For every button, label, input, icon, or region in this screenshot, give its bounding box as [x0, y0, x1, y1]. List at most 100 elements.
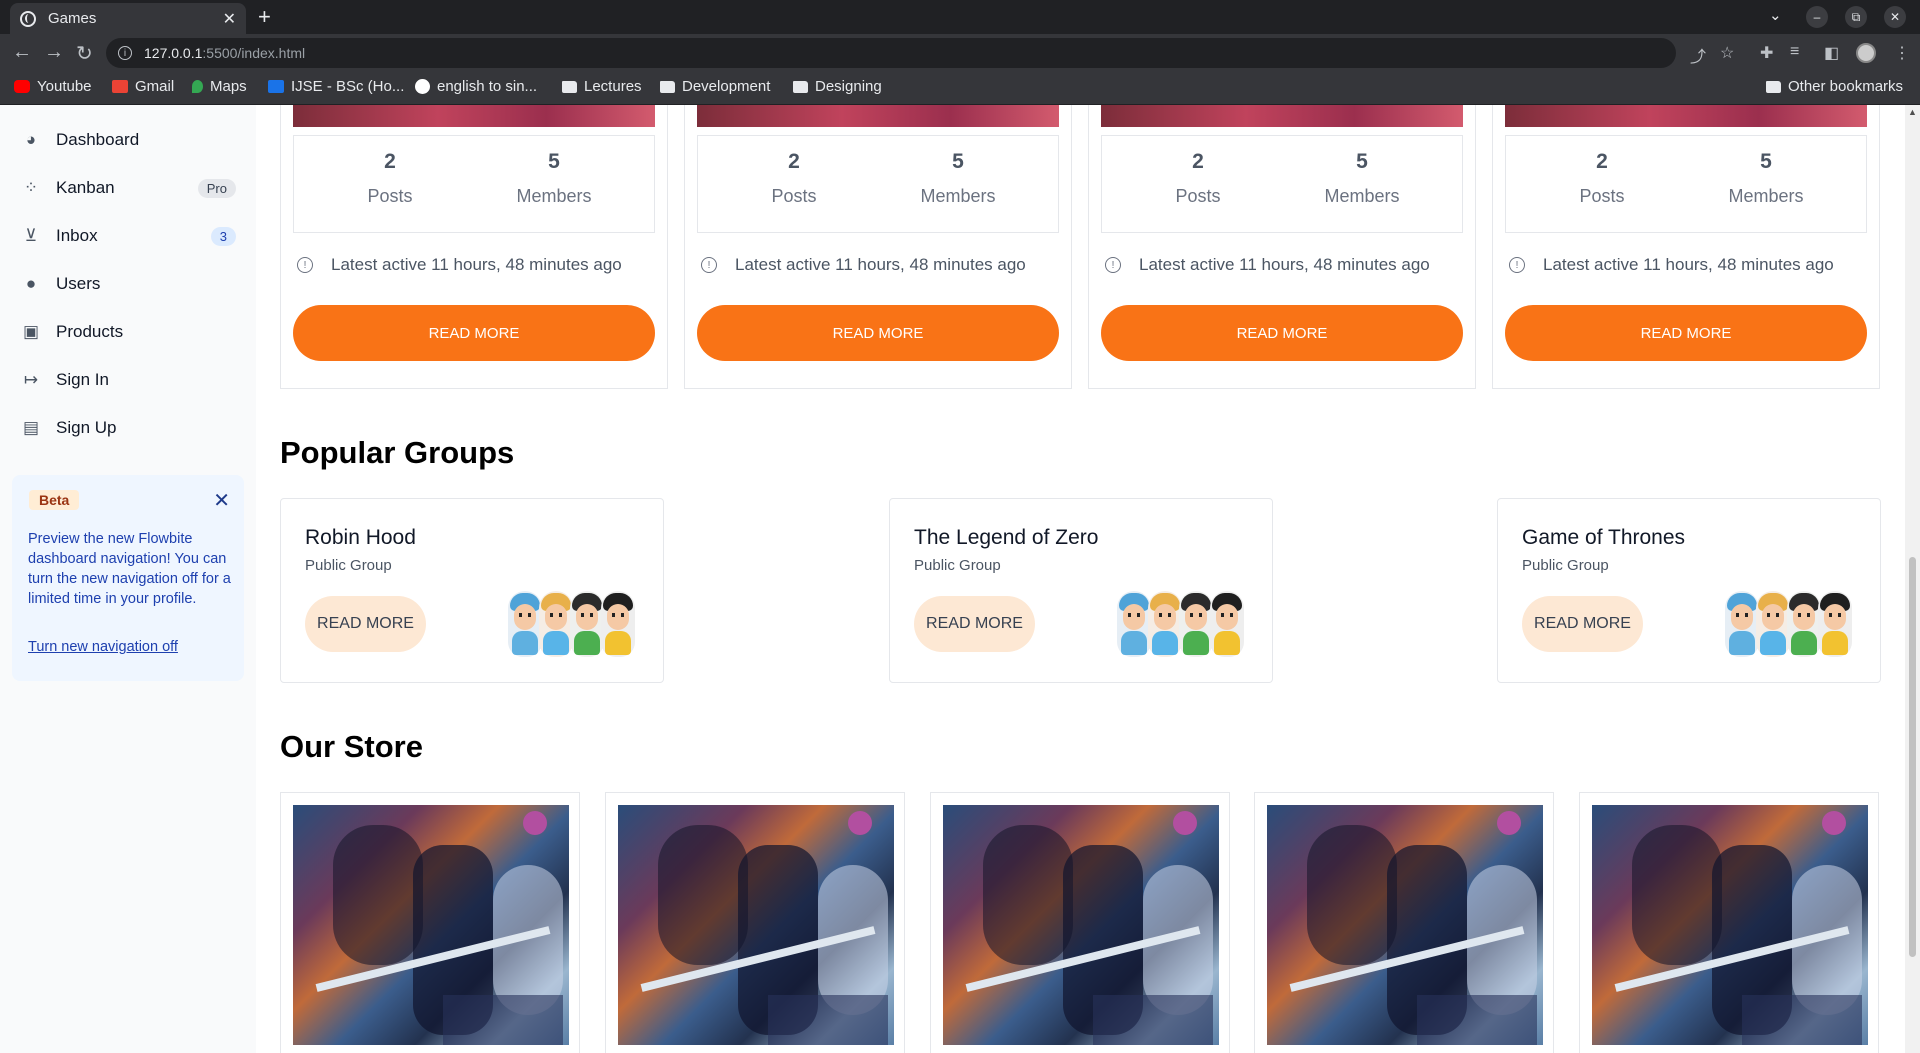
maps-icon — [192, 80, 203, 93]
tab-search-icon[interactable]: ⌄ — [1769, 6, 1782, 24]
pro-badge: Pro — [197, 178, 236, 198]
back-icon[interactable]: ← — [12, 41, 32, 64]
store-item[interactable] — [930, 792, 1230, 1053]
read-more-button[interactable]: READ MORE — [305, 596, 426, 652]
latest-activity-text: Latest active 11 hours, 48 minutes ago — [1543, 255, 1834, 274]
group-type: Public Group — [305, 557, 392, 574]
read-more-button[interactable]: READ MORE — [914, 596, 1035, 652]
latest-activity: ! Latest active 11 hours, 48 minutes ago — [1105, 255, 1430, 275]
popular-groups-heading: Popular Groups — [280, 435, 515, 470]
store-item[interactable] — [605, 792, 905, 1053]
store-item-image[interactable] — [293, 805, 569, 1045]
members-label: Members — [920, 186, 996, 206]
bookmark-lectures[interactable]: Lectures — [562, 78, 642, 95]
url-path: :5500/index.html — [202, 45, 306, 61]
game-card: 2 Posts 5 Members ! Latest active 11 hours,… — [684, 105, 1072, 389]
google-icon — [415, 79, 430, 94]
members-stat: 5 Members — [494, 150, 614, 207]
bookmark-development[interactable]: Development — [660, 78, 770, 95]
sidebar-item-products[interactable]: ▣ Products — [22, 317, 236, 347]
group-card: Robin Hood Public Group READ MORE — [280, 498, 664, 683]
folder-icon — [562, 80, 577, 93]
other-bookmarks[interactable]: Other bookmarks — [1766, 78, 1903, 95]
restore-icon[interactable]: ⧉ — [1845, 6, 1867, 28]
bookmark-translate[interactable]: english to sin... — [415, 78, 537, 95]
member-avatar — [1818, 591, 1852, 657]
game-banner-image — [1505, 105, 1867, 127]
member-avatar — [570, 591, 604, 657]
sidebar-item-inbox[interactable]: ⊻ Inbox 3 — [22, 221, 236, 251]
members-count: 5 — [1356, 150, 1368, 173]
sidebar-item-label: Sign In — [56, 370, 109, 389]
turn-off-navigation-link[interactable]: Turn new navigation off — [28, 639, 178, 655]
posts-stat: 2 Posts — [330, 150, 450, 207]
table-icon: ▤ — [22, 418, 40, 437]
star-icon[interactable]: ☆ — [1720, 43, 1734, 63]
bookmark-maps[interactable]: Maps — [192, 78, 247, 95]
store-item[interactable] — [1254, 792, 1554, 1053]
group-name: The Legend of Zero — [914, 526, 1099, 549]
read-more-button[interactable]: READ MORE — [293, 305, 655, 361]
sidebar-item-kanban[interactable]: ⁘ Kanban Pro — [22, 173, 236, 203]
sidebar-item-dashboard[interactable]: ◕ Dashboard — [22, 125, 236, 155]
read-more-button[interactable]: READ MORE — [1505, 305, 1867, 361]
game-stats: 2 Posts 5 Members — [1101, 135, 1463, 233]
members-stat: 5 Members — [1302, 150, 1422, 207]
sidebar-item-sign-in[interactable]: ↦ Sign In — [22, 365, 236, 395]
store-item-image[interactable] — [1267, 805, 1543, 1045]
sidebar-item-label: Users — [56, 274, 101, 293]
globe-icon — [20, 10, 36, 27]
clock-icon: ! — [1509, 257, 1525, 273]
close-window-icon[interactable]: ✕ — [1884, 6, 1906, 28]
info-icon[interactable]: i — [118, 46, 132, 60]
store-item-image[interactable] — [943, 805, 1219, 1045]
scroll-up-icon[interactable]: ▲ — [1908, 107, 1917, 117]
member-avatar — [1787, 591, 1821, 657]
forward-icon[interactable]: → — [44, 41, 64, 64]
sidebar-item-sign-up[interactable]: ▤ Sign Up — [22, 413, 236, 443]
profile-avatar[interactable] — [1856, 43, 1876, 63]
minimize-icon[interactable]: – — [1806, 6, 1828, 28]
bookmark-label: Development — [682, 78, 771, 95]
posts-label: Posts — [771, 186, 817, 206]
member-avatar — [1210, 591, 1244, 657]
menu-icon[interactable]: ⋮ — [1894, 43, 1910, 63]
members-count: 5 — [952, 150, 964, 173]
latest-activity-text: Latest active 11 hours, 48 minutes ago — [735, 255, 1026, 274]
reading-list-icon[interactable]: ≡ — [1790, 43, 1799, 61]
new-tab-button[interactable]: + — [258, 4, 271, 30]
bookmark-designing[interactable]: Designing — [793, 78, 882, 95]
store-item-image[interactable] — [618, 805, 894, 1045]
game-banner-image — [697, 105, 1059, 127]
beta-description: Preview the new Flowbite dashboard navig… — [28, 531, 231, 607]
latest-activity: ! Latest active 11 hours, 48 minutes ago — [297, 255, 622, 275]
read-more-button[interactable]: READ MORE — [1522, 596, 1643, 652]
browser-tab[interactable]: Games ✕ — [10, 3, 246, 34]
posts-stat: 2 Posts — [1138, 150, 1258, 207]
close-icon[interactable]: ✕ — [213, 488, 230, 513]
store-item-image[interactable] — [1592, 805, 1868, 1045]
extensions-icon[interactable]: ✚ — [1760, 43, 1773, 63]
store-item[interactable] — [280, 792, 580, 1053]
tab-close-icon[interactable]: ✕ — [223, 9, 236, 29]
side-panel-icon[interactable]: ◧ — [1824, 43, 1839, 63]
read-more-button[interactable]: READ MORE — [1101, 305, 1463, 361]
address-bar[interactable]: i 127.0.0.1:5500/index.html — [106, 38, 1676, 68]
store-item[interactable] — [1579, 792, 1879, 1053]
member-avatars — [508, 591, 638, 657]
sidebar-item-users[interactable]: ● Users — [22, 269, 236, 299]
share-icon[interactable]: ⤴ — [1690, 43, 1706, 67]
read-more-button[interactable]: READ MORE — [697, 305, 1059, 361]
bookmark-gmail[interactable]: Gmail — [112, 78, 174, 95]
bookmark-label: IJSE - BSc (Ho... — [291, 78, 405, 95]
bookmark-label: Gmail — [135, 78, 175, 95]
bookmark-label: Other bookmarks — [1788, 78, 1904, 95]
bookmark-youtube[interactable]: Youtube — [14, 78, 92, 95]
url-host: 127.0.0.1 — [144, 45, 203, 61]
reload-icon[interactable]: ↻ — [76, 41, 93, 66]
bookmark-label: english to sin... — [437, 78, 538, 95]
bookmark-ijse[interactable]: IJSE - BSc (Ho... — [268, 78, 404, 95]
bookmarks-bar: Youtube Gmail Maps IJSE - BSc (Ho... eng… — [0, 72, 1920, 105]
page-scrollbar[interactable]: ▲ — [1905, 105, 1920, 1053]
scrollbar-thumb[interactable] — [1909, 557, 1916, 957]
